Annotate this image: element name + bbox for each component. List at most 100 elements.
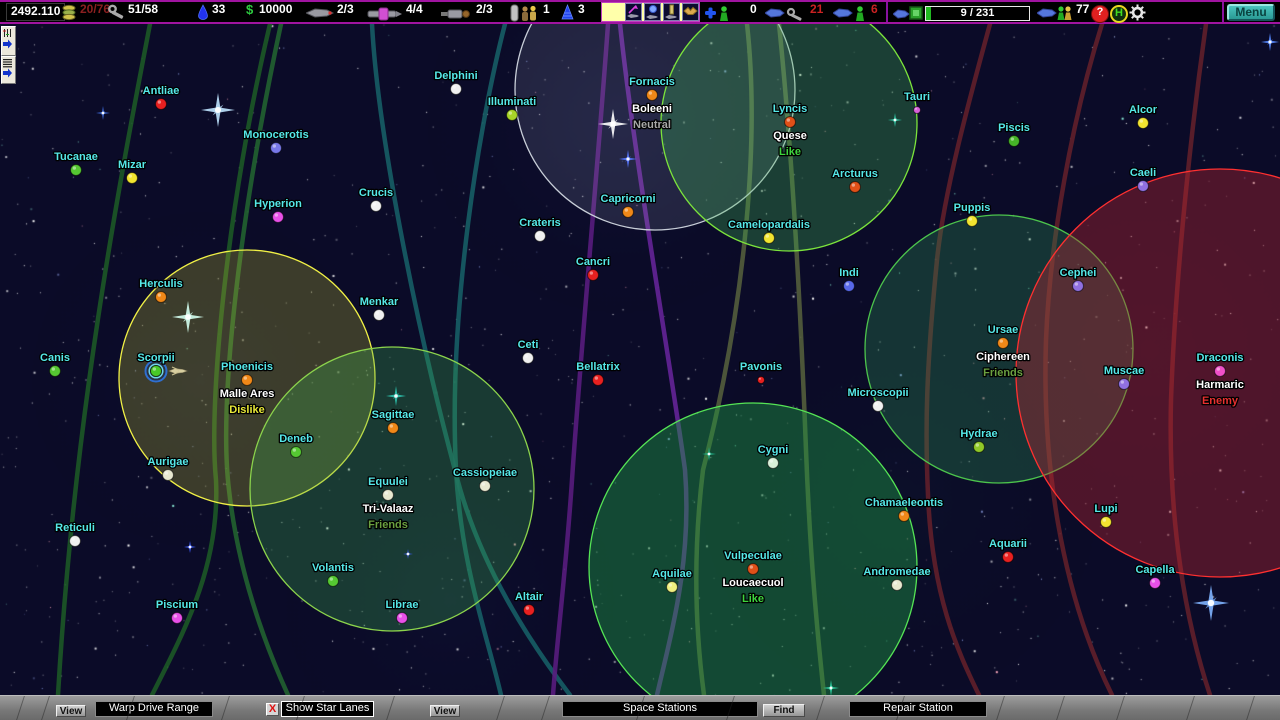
star-shine — [1005, 553, 1008, 556]
map-filter-button[interactable] — [1, 26, 16, 56]
star-shine — [766, 234, 769, 237]
faction-label: Ciphereen — [976, 351, 1030, 363]
system-label: Aquilae — [652, 568, 692, 580]
menu-button[interactable]: Menu — [1227, 4, 1275, 21]
star — [873, 401, 884, 412]
system-label: Delphini — [434, 70, 477, 82]
build-order-button[interactable] — [663, 3, 680, 21]
galaxy-map[interactable]: AntliaeTucanaeMizarMonocerotisHyperionDe… — [0, 0, 1280, 720]
system-alcor[interactable]: Alcor — [1129, 104, 1158, 129]
system-antliae[interactable]: Antliae — [143, 85, 180, 110]
system-label: Draconis — [1196, 352, 1243, 364]
system-pavonis[interactable]: Pavonis — [740, 361, 782, 384]
system-delphini[interactable]: Delphini — [434, 70, 477, 95]
system-aquarii[interactable]: Aquarii — [989, 538, 1027, 563]
star-shine — [625, 208, 628, 211]
system-tucanae[interactable]: Tucanae — [54, 151, 98, 176]
system-crucis[interactable]: Crucis — [359, 187, 393, 212]
stone-seam — [1056, 696, 1065, 720]
system-piscis[interactable]: Piscis — [998, 122, 1030, 147]
star-shine — [1217, 367, 1220, 370]
system-label: Crateris — [519, 217, 561, 229]
star-shine — [525, 354, 528, 357]
show-star-lanes-checkbox[interactable]: X — [266, 703, 279, 716]
system-altair[interactable]: Altair — [515, 591, 544, 616]
system-label: Microscopii — [847, 387, 908, 399]
star — [1073, 281, 1084, 292]
system-draconis[interactable]: DraconisHarmaricEnemy — [1196, 352, 1244, 407]
attitude-label: Enemy — [1202, 395, 1239, 407]
system-label: Canis — [40, 352, 70, 364]
system-capella[interactable]: Capella — [1135, 564, 1175, 589]
system-bellatrix[interactable]: Bellatrix — [576, 361, 620, 386]
star-shine — [1000, 339, 1003, 342]
star — [507, 110, 518, 121]
star-shine — [275, 213, 278, 216]
move-order-button[interactable] — [625, 3, 642, 21]
system-label: Herculis — [139, 278, 182, 290]
system-equulei[interactable]: EquuleiTri-ValaazFriends — [363, 476, 414, 531]
bright-star — [96, 106, 110, 120]
star — [1101, 517, 1112, 528]
system-ceti[interactable]: Ceti — [518, 339, 539, 364]
star-shine — [73, 166, 76, 169]
star — [328, 576, 339, 587]
find-button[interactable]: Find — [763, 704, 805, 717]
star — [593, 375, 604, 386]
system-label: Camelopardalis — [728, 219, 810, 231]
order-panel — [601, 2, 700, 22]
crew-value: 77 — [1076, 2, 1089, 22]
system-label: Tucanae — [54, 151, 98, 163]
help-button[interactable]: ? — [1091, 5, 1109, 23]
star — [156, 99, 167, 110]
system-label: Pavonis — [740, 361, 782, 373]
faction-label: Quese — [773, 130, 807, 142]
system-reticuli[interactable]: Reticuli — [55, 522, 95, 547]
repair-station-label: Repair Station — [849, 701, 987, 717]
system-monocerotis[interactable]: Monocerotis — [243, 129, 308, 154]
system-label: Hydrae — [960, 428, 997, 440]
minerals-value: 20/76 — [80, 2, 110, 22]
colonists-value: 1 — [543, 2, 550, 22]
star — [374, 310, 385, 321]
stone-seam — [41, 696, 50, 720]
warp-view-button[interactable]: View — [56, 705, 86, 717]
system-label: Scorpii — [137, 352, 174, 364]
system-label: Cygni — [758, 444, 789, 456]
system-hyperion[interactable]: Hyperion — [254, 198, 302, 223]
star-shine — [52, 367, 55, 370]
star-shine — [759, 378, 761, 380]
star-shine — [590, 271, 593, 274]
system-label: Hyperion — [254, 198, 302, 210]
scout-icon — [440, 6, 472, 22]
star — [748, 564, 759, 575]
settings-gear-icon[interactable] — [1129, 4, 1146, 21]
star — [383, 490, 394, 501]
system-label: Puppis — [954, 202, 991, 214]
system-label: Cancri — [576, 256, 610, 268]
system-canis[interactable]: Canis — [40, 352, 70, 377]
star — [172, 613, 183, 624]
system-cancri[interactable]: Cancri — [576, 256, 610, 281]
star — [974, 442, 985, 453]
system-label: Capricorni — [600, 193, 655, 205]
system-label: Lupi — [1094, 503, 1117, 515]
system-label: Ceti — [518, 339, 539, 351]
stations-view-button[interactable]: View — [430, 705, 460, 717]
map-grid-button[interactable] — [1, 56, 16, 84]
star-shine — [770, 459, 773, 462]
star — [1009, 136, 1020, 147]
system-crateris[interactable]: Crateris — [519, 217, 561, 242]
warp-drive-range-label: Warp Drive Range — [95, 701, 213, 717]
system-indi[interactable]: Indi — [839, 267, 859, 292]
cargo-capacity-bar: 9 / 231 — [925, 6, 1030, 21]
colonize-order-button[interactable] — [644, 3, 661, 21]
hint-button[interactable]: H — [1110, 5, 1128, 23]
star — [480, 481, 491, 492]
star — [50, 366, 61, 377]
system-menkar[interactable]: Menkar — [360, 296, 399, 321]
system-fornacis[interactable]: FornacisBoleeniNeutral — [629, 76, 675, 131]
system-label: Librae — [385, 599, 418, 611]
star-shine — [1121, 380, 1124, 383]
diplomacy-button[interactable] — [682, 3, 699, 21]
